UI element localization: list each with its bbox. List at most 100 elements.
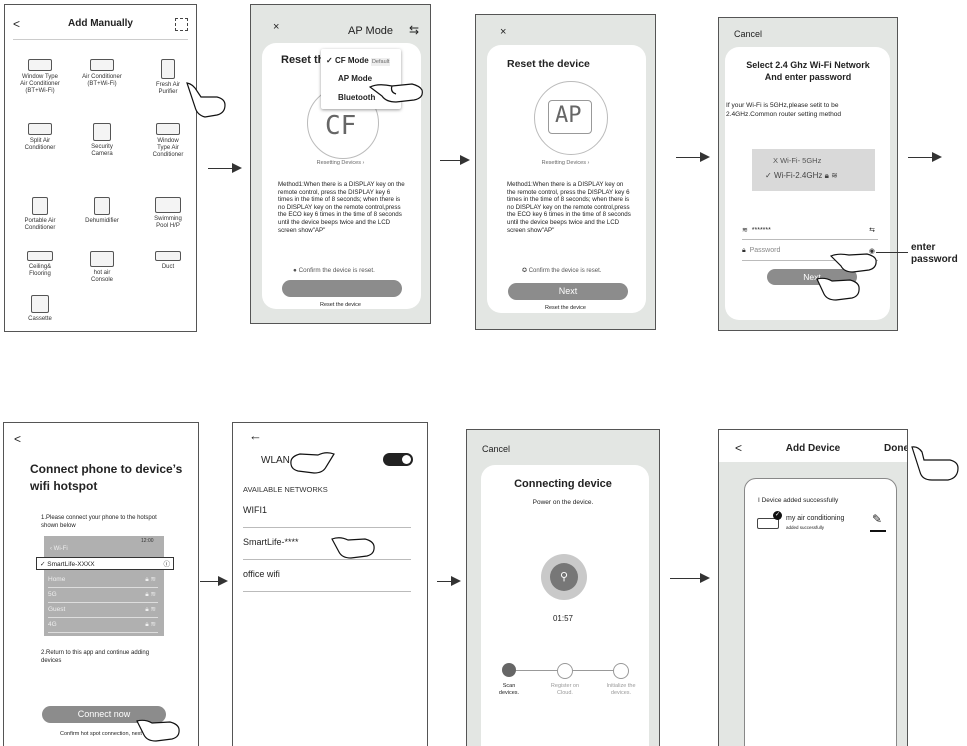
page-title: Add Device [785,443,841,454]
hotspot-network-row[interactable]: Home 🔒︎ ≋ [48,573,158,588]
device-type-icon [161,59,175,79]
check-icon: ✓ [773,511,782,520]
device-type-icon [32,197,48,215]
wlan-toggle[interactable] [383,453,413,466]
device-name: my air conditioning [786,515,845,522]
device-type-label: Security Camera [91,144,113,157]
hotspot-network-row[interactable]: 4G 🔒︎ ≋ [48,618,158,633]
device-type-item[interactable]: Window Type Air Conditioner (BT+Wi-Fi) [11,59,69,95]
network-name: office wifi [243,569,280,579]
switch-network-icon[interactable]: ⇆ [869,226,875,234]
switch-mode-icon[interactable]: ⇆ [409,23,419,37]
wifi-icon: ≋ [742,227,748,234]
lock-wifi-icon: 🔒︎ ≋ [145,576,156,583]
next-button[interactable]: Next [508,283,628,300]
flow-arrow [908,152,942,162]
device-type-item[interactable]: Ceiling& Flooring [11,251,69,278]
pointing-hand-icon [368,83,423,103]
device-type-item[interactable]: Dehumidifier [73,197,131,225]
wlan-label: WLAN [261,455,290,466]
next-button-disabled[interactable] [282,280,402,297]
device-type-icon [156,123,180,135]
device-type-icon [28,59,52,71]
menu-item-ap-mode[interactable]: AP Mode [338,74,372,83]
done-button[interactable]: Done [884,443,907,454]
confirm-reset-checkbox[interactable]: ● Confirm the device is reset. [293,267,375,276]
flow-arrow [440,155,470,165]
network-row[interactable]: WIFI1 [243,499,411,528]
lock-icon: 🔒︎ [742,247,746,254]
reset-footer: Reset the device [320,302,361,308]
scan-icon[interactable] [175,18,188,31]
lock-icon: 🔒︎ [824,171,829,180]
close-button[interactable]: × [273,21,279,33]
confirm-reset-checkbox[interactable]: ✪ Confirm the device is reset. [522,267,601,276]
step-register-label: Register on Cloud. [550,683,580,696]
wifi-icon: ≋ [831,171,838,180]
page-title-line2: wifi hotspot [30,479,98,493]
hotspot-network-row[interactable]: Guest 🔒︎ ≋ [48,603,158,618]
mode-label[interactable]: AP Mode [348,25,393,37]
password-placeholder: Password [749,247,781,254]
device-type-item[interactable]: Portable Air Conditioner [11,197,69,232]
device-type-label: Ceiling& Flooring [28,264,52,277]
wifi-title-line2: And enter password [764,72,852,82]
hotspot-network-name: 4G [48,621,57,628]
flow-arrow [200,576,228,586]
panel-add-device: < Add Device Done I Device added success… [718,429,908,746]
card-title: Reset the device [507,58,590,70]
device-type-label: Portable Air Conditioner [24,218,56,231]
menu-item-cf-mode[interactable]: ✓ CF Mode Default [326,56,391,66]
device-display-text: AP [555,103,582,128]
device-type-icon [93,123,111,141]
device-type-item[interactable]: Duct [139,251,196,271]
annotation-leader-line [876,252,908,253]
hotspot-network-row[interactable]: 5G 🔒︎ ≋ [48,588,158,603]
wifi-5ghz-label: Wi-Fi- 5GHz [780,156,822,165]
device-display-text: CF [325,111,357,141]
flow-arrow [208,163,242,173]
wifi-description: If your Wi-Fi is 5GHz,please setit to be… [726,102,842,118]
search-icon: ⚲ [559,571,569,583]
cancel-button[interactable]: Cancel [734,29,762,39]
page-title-line1: Connect phone to device’s [30,462,183,476]
back-button[interactable]: < [14,432,21,446]
cancel-button[interactable]: Cancel [482,444,510,454]
method-instructions: Method1:When there is a DISPLAY key on t… [507,181,631,234]
device-type-item[interactable]: hot air Console [73,251,131,284]
edit-underline [870,530,886,532]
network-row[interactable]: office wifi [243,563,411,592]
selected-hotspot-row[interactable]: ✓ SmartLife-XXXX ⓘ [36,557,174,570]
wifi-ssid-field[interactable]: ≋ ******* ⇆ [742,226,878,240]
hotspot-network-name: 5G [48,591,57,598]
flow-arrow [676,152,710,162]
network-row[interactable]: SmartLife-**** [243,531,411,560]
page-title: Add Manually [67,18,133,29]
hotspot-network-name: Guest [48,606,66,613]
device-type-item[interactable]: Window Type Air Conditioner [139,123,196,159]
available-networks-header: AVAILABLE NETWORKS [243,485,328,494]
device-type-label: Window Type Air Conditioner [152,138,184,158]
panel-select-wifi: Cancel Select 2.4 Ghz Wi-Fi Network And … [718,17,898,331]
lock-wifi-icon: 🔒︎ ≋ [145,621,156,628]
pointing-hand-icon [186,82,226,118]
back-arrow-button[interactable]: ← [249,428,262,443]
device-type-item[interactable]: Swimming Pool H/P [139,197,196,230]
header-divider [13,39,188,40]
device-type-item[interactable]: Air Conditioner (BT+Wi-Fi) [73,59,131,88]
wifi-5ghz-option: X Wi-Fi- 5GHz [773,156,822,165]
device-type-icon [155,251,181,261]
lock-wifi-icon: 🔒︎ ≋ [145,606,156,613]
network-name: SmartLife-**** [243,537,299,547]
close-button[interactable]: × [500,26,506,38]
edit-icon[interactable]: ✎ [872,512,882,526]
resetting-devices-link[interactable]: Resetting Devices › [251,159,430,168]
selected-hotspot-label: ✓ SmartLife-XXXX [40,561,95,568]
device-type-item[interactable]: Security Camera [73,123,131,158]
ssid-value: ******* [751,227,771,234]
pointing-hand-icon [829,253,877,273]
device-type-icon [94,197,110,215]
device-type-item[interactable]: Cassette [11,295,69,323]
resetting-devices-link[interactable]: Resetting Devices › [476,159,655,168]
device-type-item[interactable]: Split Air Conditioner [11,123,69,152]
